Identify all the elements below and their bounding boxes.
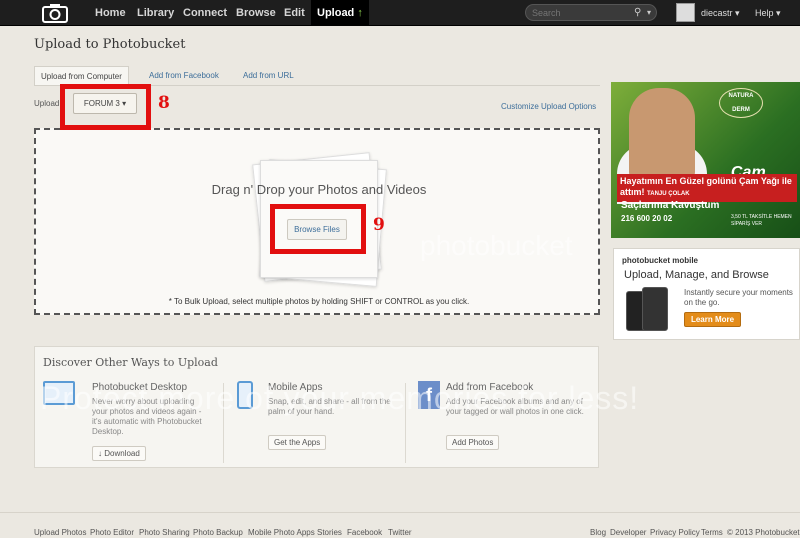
- download-icon: ↓: [98, 449, 102, 458]
- watermark-slogan: Protect more of your memories for less!: [40, 380, 640, 416]
- ad-offer: 3,50 TL TAKSİTLE HEMEN SİPARİŞ VER: [731, 214, 792, 227]
- search-box: ⚲ ▾: [525, 4, 657, 21]
- drop-zone-title: Drag n' Drop your Photos and Videos: [211, 182, 427, 197]
- footer-link-photo-editor[interactable]: Photo Editor: [90, 528, 134, 537]
- advertisement-banner[interactable]: NATURA DERM Çam Yağı Hayatımın En Güzel …: [611, 82, 800, 238]
- ad-signature: TANJU ÇOLAK: [647, 191, 690, 197]
- upload-label: Upload: [34, 99, 60, 108]
- learn-more-button[interactable]: Learn More: [684, 312, 741, 327]
- help-menu[interactable]: Help ▾: [755, 0, 781, 26]
- photobucket-logo-icon[interactable]: [42, 3, 68, 23]
- discover-title: Discover Other Ways to Upload: [43, 356, 218, 369]
- ad-headline-text: Hayatımın En Güzel golünü Çam Yağı ile a…: [620, 176, 792, 197]
- search-icon[interactable]: ⚲: [634, 6, 646, 19]
- annotation-box-9: [270, 204, 366, 254]
- footer-link-stories[interactable]: Stories: [317, 528, 342, 537]
- customize-upload-options-link[interactable]: Customize Upload Options: [501, 102, 596, 111]
- watermark-brand: photobucket: [420, 230, 573, 261]
- nav-connect[interactable]: Connect: [183, 0, 227, 26]
- footer-link-photo-sharing[interactable]: Photo Sharing: [139, 528, 190, 537]
- footer-link-terms[interactable]: Terms: [701, 528, 723, 537]
- tab-add-from-url[interactable]: Add from URL: [237, 66, 300, 85]
- bulk-upload-note: * To Bulk Upload, select multiple photos…: [168, 297, 470, 306]
- promo-logo: photobucket mobile: [622, 256, 698, 265]
- user-menu[interactable]: diecastr ▾: [701, 0, 740, 26]
- add-photos-button[interactable]: Add Photos: [446, 435, 500, 450]
- nav-edit[interactable]: Edit: [284, 0, 305, 26]
- nav-home[interactable]: Home: [95, 0, 126, 26]
- footer-link-developer[interactable]: Developer: [610, 528, 646, 537]
- get-the-apps-button[interactable]: Get the Apps: [268, 435, 327, 450]
- footer-divider: [0, 512, 800, 513]
- upload-arrow-icon: ↑: [357, 7, 363, 19]
- annotation-label-9: 9: [373, 215, 385, 235]
- annotation-label-8: 8: [158, 93, 170, 113]
- help-label: Help: [755, 8, 774, 18]
- nav-upload[interactable]: Upload ↑: [311, 0, 369, 26]
- ad-brand-logo: NATURA DERM: [719, 88, 763, 118]
- top-navigation-bar: Home Library Connect Browse Edit Upload …: [0, 0, 800, 26]
- ad-headline: Hayatımın En Güzel golünü Çam Yağı ile a…: [617, 174, 797, 202]
- search-input[interactable]: [532, 6, 627, 20]
- chevron-down-icon[interactable]: ▾: [647, 6, 657, 19]
- promo-text: Instantly secure your moments on the go.: [684, 288, 793, 307]
- footer-link-upload-photos[interactable]: Upload Photos: [34, 528, 86, 537]
- mobile-promo: photobucket mobile Upload, Manage, and B…: [613, 248, 800, 340]
- nav-browse[interactable]: Browse: [236, 0, 276, 26]
- footer-link-twitter[interactable]: Twitter: [388, 528, 412, 537]
- footer-link-mobile-apps[interactable]: Mobile Photo Apps: [248, 528, 315, 537]
- footer-link-privacy[interactable]: Privacy Policy: [650, 528, 700, 537]
- download-label: Download: [104, 449, 140, 458]
- download-button[interactable]: ↓ Download: [92, 446, 146, 461]
- tab-upload-from-computer[interactable]: Upload from Computer: [34, 66, 129, 85]
- ad-subheadline: Saçlarıma Kavuştum: [621, 200, 720, 211]
- promo-title: Upload, Manage, and Browse: [624, 269, 769, 281]
- nav-library[interactable]: Library: [137, 0, 174, 26]
- ad-person-image: [629, 88, 695, 180]
- footer-copyright: © 2013 Photobucket: [727, 528, 800, 537]
- ad-phone: 216 600 20 02: [621, 214, 673, 223]
- avatar[interactable]: [676, 3, 695, 22]
- tab-add-from-facebook[interactable]: Add from Facebook: [143, 66, 225, 85]
- annotation-box-8: [60, 84, 151, 130]
- footer-link-photo-backup[interactable]: Photo Backup: [193, 528, 243, 537]
- footer-link-blog[interactable]: Blog: [590, 528, 606, 537]
- nav-upload-label: Upload: [317, 7, 355, 19]
- page-title: Upload to Photobucket: [34, 37, 186, 52]
- phones-illustration: [626, 287, 674, 331]
- footer-link-facebook[interactable]: Facebook: [347, 528, 382, 537]
- username-label: diecastr: [701, 8, 733, 18]
